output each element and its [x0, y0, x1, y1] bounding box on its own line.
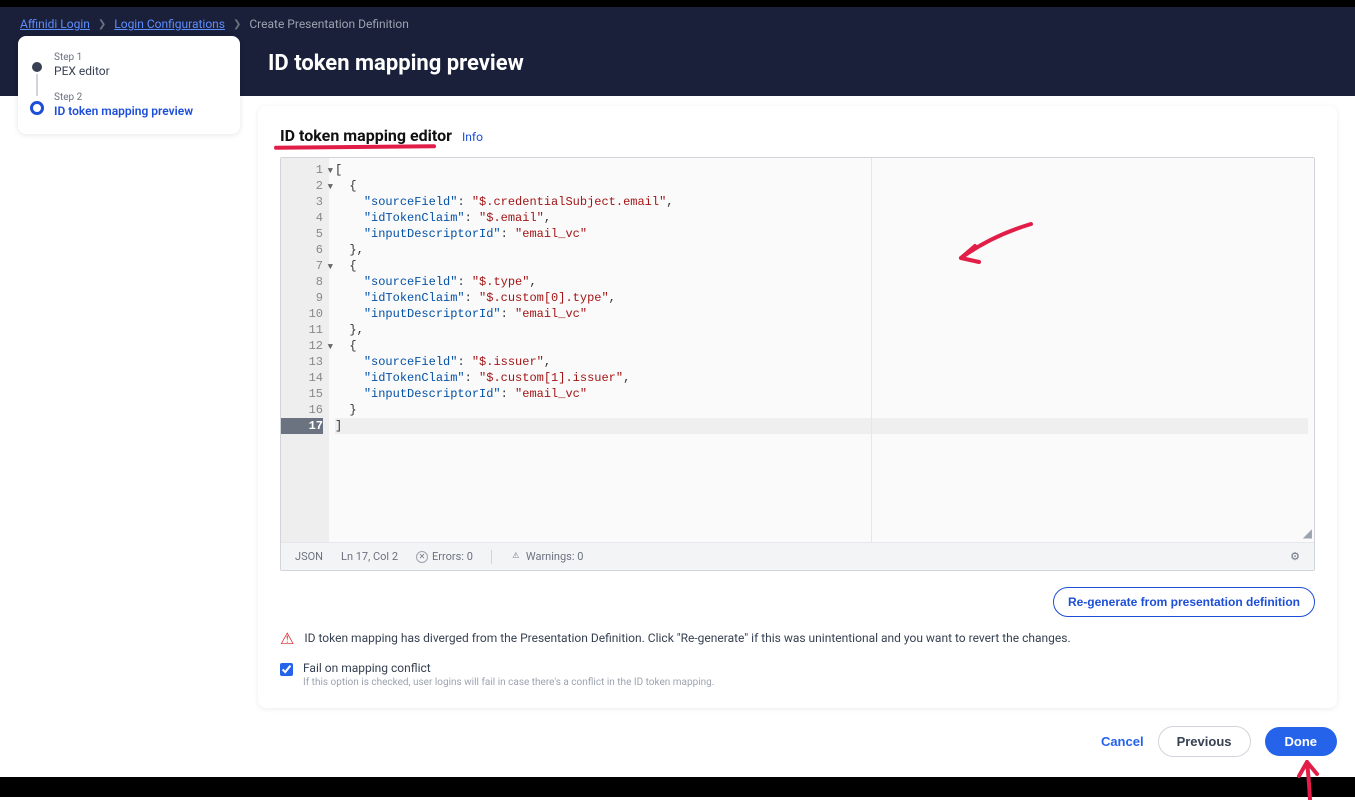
gutter-line: 1▼	[281, 162, 323, 178]
gutter-line: 12▼	[281, 338, 323, 354]
code-line[interactable]: }	[335, 402, 1308, 418]
alert-triangle-icon: ⚠	[280, 631, 294, 647]
status-language: JSON	[295, 550, 323, 563]
card-title: ID token mapping editor	[280, 126, 452, 145]
checkbox-description: If this option is checked, user logins w…	[303, 677, 714, 688]
gutter-line: 7▼	[281, 258, 323, 274]
warning-icon: ⚠	[510, 551, 522, 563]
code-line[interactable]: "sourceField": "$.type",	[335, 274, 1308, 290]
step-2-id-token-mapping[interactable]: Step 2 ID token mapping preview	[32, 92, 226, 118]
status-warnings[interactable]: ⚠Warnings: 0	[510, 550, 584, 563]
gutter-line: 2▼	[281, 178, 323, 194]
gutter-line: 14	[281, 370, 323, 386]
status-errors[interactable]: ✕Errors: 0	[416, 550, 473, 563]
editor-card: ID token mapping editor Info 1▼2▼34567▼8…	[258, 106, 1337, 708]
code-line[interactable]: "sourceField": "$.credentialSubject.emai…	[335, 194, 1308, 210]
step-name: PEX editor	[54, 64, 226, 78]
gutter-line: 15	[281, 386, 323, 402]
annotation-arrow-icon	[1295, 760, 1325, 800]
code-line[interactable]: [	[335, 162, 1308, 178]
gutter-line: 16	[281, 402, 323, 418]
regenerate-button[interactable]: Re-generate from presentation definition	[1053, 587, 1315, 617]
gutter-line: 13	[281, 354, 323, 370]
code-line[interactable]: "sourceField": "$.issuer",	[335, 354, 1308, 370]
info-link[interactable]: Info	[462, 130, 483, 144]
code-area[interactable]: [ { "sourceField": "$.credentialSubject.…	[329, 158, 1314, 542]
page-title: ID token mapping preview	[268, 51, 1335, 76]
code-line[interactable]: },	[335, 322, 1308, 338]
code-line[interactable]: {	[335, 338, 1308, 354]
code-line[interactable]: ]	[335, 418, 1308, 434]
gutter-line: 6	[281, 242, 323, 258]
alert-text: ID token mapping has diverged from the P…	[304, 631, 1070, 645]
cancel-button[interactable]: Cancel	[1101, 734, 1144, 749]
breadcrumb-link-login-configurations[interactable]: Login Configurations	[114, 17, 225, 31]
code-line[interactable]: "idTokenClaim": "$.custom[1].issuer",	[335, 370, 1308, 386]
gutter-line: 5	[281, 226, 323, 242]
editor-status-bar: JSON Ln 17, Col 2 ✕Errors: 0 ⚠Warnings: …	[281, 542, 1314, 570]
chevron-right-icon: ❯	[98, 19, 106, 30]
gutter-line: 4	[281, 210, 323, 226]
code-line[interactable]: "inputDescriptorId": "email_vc"	[335, 226, 1308, 242]
code-line[interactable]: "inputDescriptorId": "email_vc"	[335, 386, 1308, 402]
chevron-right-icon: ❯	[233, 19, 241, 30]
gutter-line: 10	[281, 306, 323, 322]
gutter-line: 8	[281, 274, 323, 290]
breadcrumb: Affinidi Login ❯ Login Configurations ❯ …	[20, 17, 1335, 31]
wizard-stepper: Step 1 PEX editor Step 2 ID token mappin…	[18, 36, 240, 134]
step-name: ID token mapping preview	[54, 104, 226, 118]
step-1-pex-editor[interactable]: Step 1 PEX editor	[32, 52, 226, 78]
code-line[interactable]: },	[335, 242, 1308, 258]
step-dot-icon	[32, 62, 42, 72]
error-icon: ✕	[416, 551, 428, 563]
done-button[interactable]: Done	[1265, 727, 1338, 756]
gutter-line: 17	[281, 418, 323, 434]
gutter-line: 11	[281, 322, 323, 338]
code-line[interactable]: "inputDescriptorId": "email_vc"	[335, 306, 1308, 322]
gutter-line: 3	[281, 194, 323, 210]
code-line[interactable]: "idTokenClaim": "$.email",	[335, 210, 1308, 226]
step-label: Step 2	[54, 92, 226, 103]
fail-on-conflict-checkbox[interactable]	[280, 663, 293, 676]
previous-button[interactable]: Previous	[1158, 726, 1251, 757]
breadcrumb-current: Create Presentation Definition	[249, 17, 409, 31]
step-dot-active-icon	[30, 101, 44, 115]
line-gutter: 1▼2▼34567▼89101112▼1314151617	[281, 158, 329, 542]
breadcrumb-link-affinidi-login[interactable]: Affinidi Login	[20, 17, 90, 31]
annotation-underline	[274, 144, 436, 149]
code-line[interactable]: {	[335, 258, 1308, 274]
code-line[interactable]: {	[335, 178, 1308, 194]
gutter-line: 9	[281, 290, 323, 306]
step-label: Step 1	[54, 52, 226, 63]
checkbox-label: Fail on mapping conflict	[303, 661, 714, 675]
code-line[interactable]: "idTokenClaim": "$.custom[0].type",	[335, 290, 1308, 306]
wizard-actions: Cancel Previous Done	[258, 726, 1337, 757]
settings-gear-icon[interactable]: ⚙	[1290, 550, 1300, 563]
divergence-alert: ⚠ ID token mapping has diverged from the…	[280, 631, 1315, 647]
json-editor[interactable]: 1▼2▼34567▼89101112▼1314151617 [ { "sourc…	[280, 157, 1315, 571]
status-cursor-position: Ln 17, Col 2	[341, 550, 398, 563]
